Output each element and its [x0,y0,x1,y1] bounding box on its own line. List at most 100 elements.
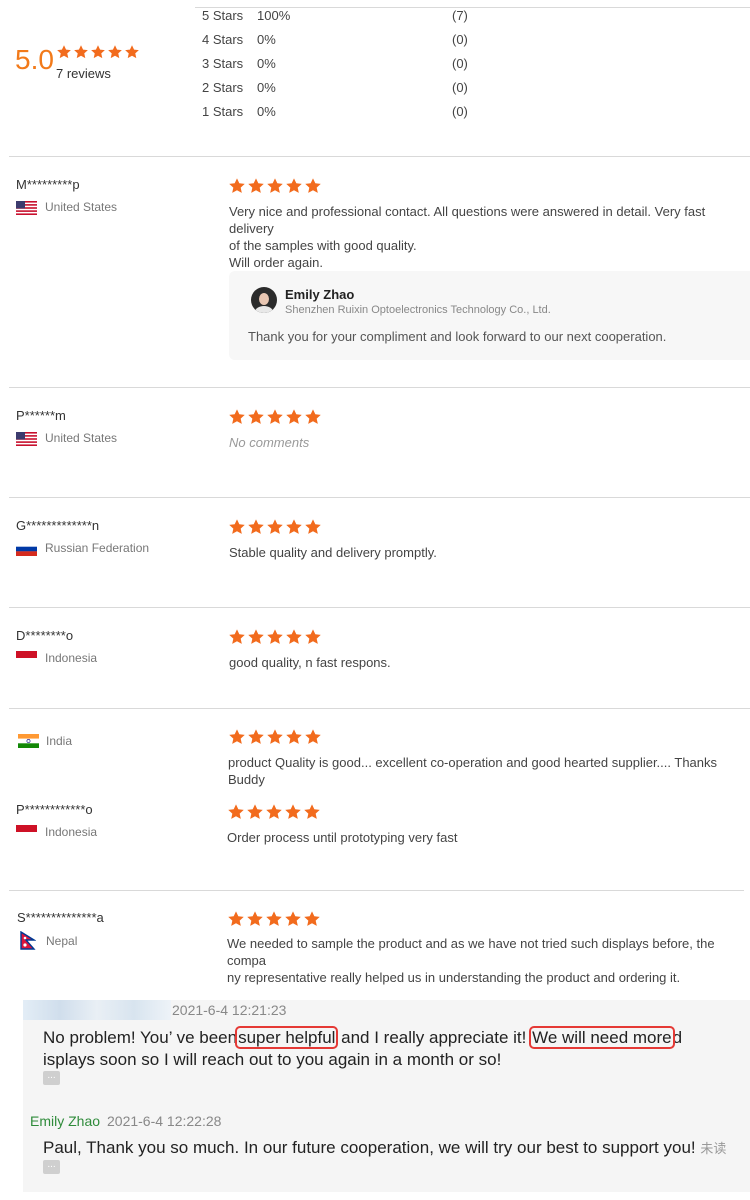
star-icon [286,409,302,424]
rating-percent: 0% [257,56,276,71]
reviewer-country: Russian Federation [45,541,150,555]
unread-status: 未读 [700,1141,727,1156]
average-stars [56,44,140,60]
star-icon [305,519,321,534]
us-flag-icon [16,201,37,215]
rating-percent: 0% [257,104,276,119]
message-text: Paul, Thank you so much. In our future c… [43,1138,696,1157]
star-icon [286,178,302,193]
more-options-button[interactable]: ... [43,1071,60,1085]
star-icon [74,45,88,59]
star-icon [305,629,321,644]
reviewer-name: D********o [16,628,74,643]
star-icon [267,178,283,193]
reviewer-country: United States [45,200,118,214]
more-options-button[interactable]: ... [43,1160,60,1174]
review-text: We needed to sample the product and as w… [227,935,747,986]
review-stars [228,728,322,746]
star-icon [248,629,264,644]
star-icon [108,45,122,59]
russia-flag-icon [16,542,37,556]
message-text: isplays soon so I will reach out to you … [43,1050,502,1069]
star-icon [229,178,245,193]
star-icon [304,911,320,926]
divider [9,387,750,388]
message-timestamp: 2021-6-4 12:21:23 [172,1002,287,1018]
star-icon [285,804,301,819]
message-text: d [672,1028,683,1047]
star-icon [229,729,245,744]
review-text: Order process until prototyping very fas… [227,830,458,845]
star-icon [228,911,244,926]
indonesia-flag-icon [16,825,37,839]
message-timestamp: 2021-6-4 12:22:28 [107,1113,222,1129]
message-text: and I really appreciate it! [336,1028,532,1047]
star-icon [248,409,264,424]
divider [9,607,750,608]
india-flag-icon [18,734,39,748]
reviewer-country: Indonesia [45,825,98,839]
star-icon [125,45,139,59]
star-icon [247,911,263,926]
star-icon [248,729,264,744]
reviewer-name: P******m [16,408,66,423]
star-icon [248,519,264,534]
star-icon [266,804,282,819]
star-icon [267,729,283,744]
divider [9,497,750,498]
reviewer-name: G*************n [16,518,100,533]
star-icon [248,178,264,193]
highlight-need-more: We will need more [529,1026,675,1049]
reviewer-country: United States [45,431,118,445]
rating-count: (0) [452,104,468,119]
rating-label: 2 Stars [202,80,244,95]
review-stars [228,518,322,536]
rating-label: 4 Stars [202,32,244,47]
star-icon [304,804,320,819]
star-icon [286,729,302,744]
star-icon [286,629,302,644]
average-score: 5.0 [15,44,54,75]
rating-label: 1 Stars [202,104,244,119]
star-icon [267,409,283,424]
seller-avatar [251,287,277,313]
review-text-line: Very nice and professional contact. All … [229,204,706,236]
rating-label: 5 Stars [202,8,244,23]
review-stars [228,177,322,195]
review-text: No comments [229,435,310,450]
blurred-sender-name [23,1000,171,1020]
divider [9,156,750,157]
star-icon [228,804,244,819]
star-icon [229,409,245,424]
review-count: 7 reviews [56,66,111,81]
message-sender: Emily Zhao [30,1113,101,1129]
rating-count: (7) [452,8,468,23]
us-flag-icon [16,432,37,446]
review-text-line: ny representative really helped us in un… [227,970,681,985]
star-icon [285,911,301,926]
review-stars [227,910,321,928]
reviewer-country: India [46,734,73,748]
reviewer-country: Indonesia [45,651,98,665]
review-text-line: of the samples with good quality. [229,238,417,253]
divider [9,708,750,709]
star-icon [266,911,282,926]
star-icon [91,45,105,59]
rating-label: 3 Stars [202,56,244,71]
nepal-flag-icon [20,931,36,950]
reviewer-name: P************o [16,802,93,817]
rating-count: (0) [452,32,468,47]
star-icon [267,519,283,534]
divider [9,890,744,891]
review-stars [228,408,322,426]
message-text: No problem! You’ ve been [43,1028,238,1047]
review-text-line: We needed to sample the product and as w… [227,936,715,968]
review-stars [228,628,322,646]
rating-count: (0) [452,80,468,95]
rating-percent: 0% [257,32,276,47]
chat-message: No problem! You’ ve beensuper helpful an… [43,1026,743,1071]
star-icon [247,804,263,819]
reviewer-name: S**************a [17,910,104,925]
rating-percent: 100% [257,8,291,23]
reviewer-name: M*********p [16,177,80,192]
